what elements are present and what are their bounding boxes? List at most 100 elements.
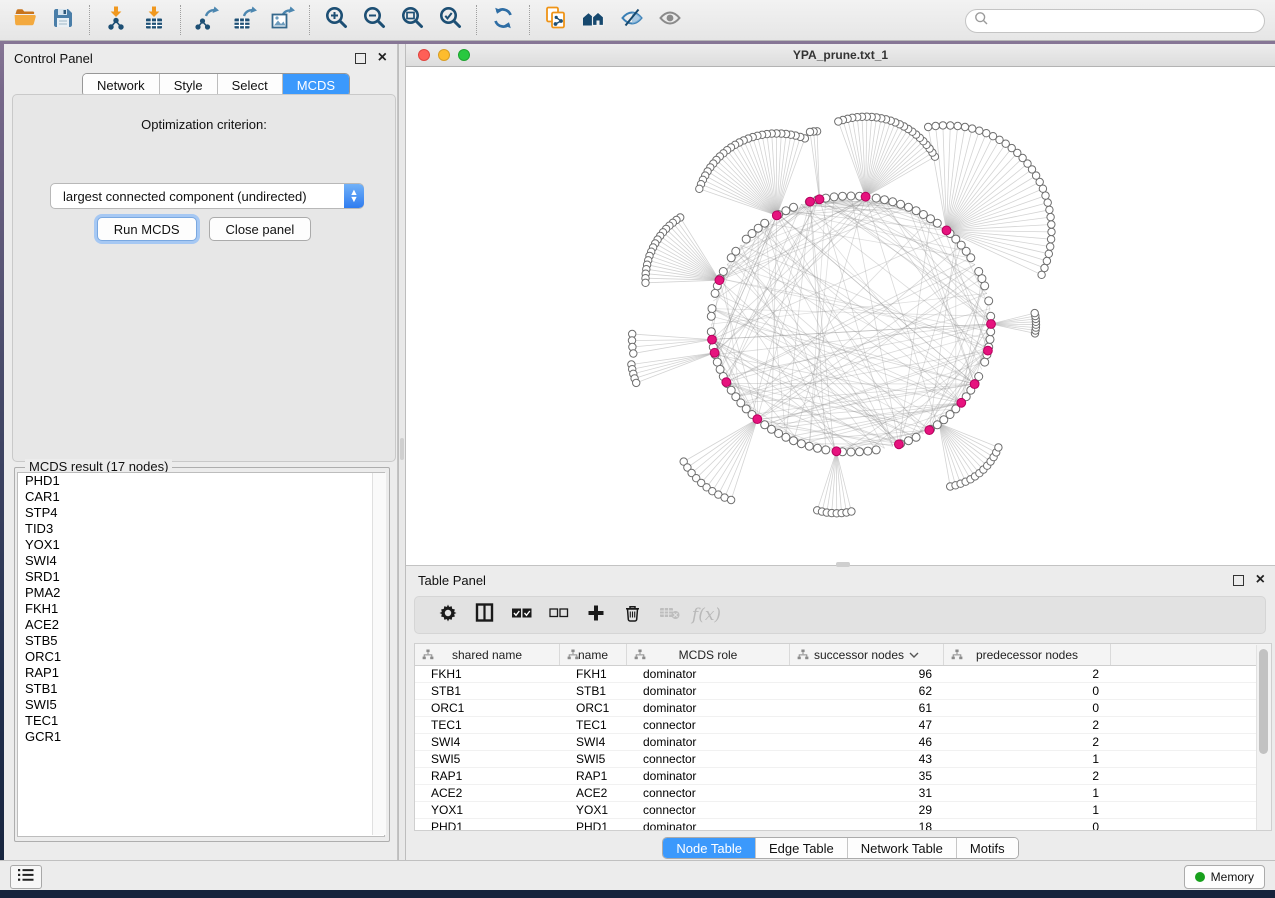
table-cell[interactable]: 2 [944,734,1111,750]
network-mcds-node[interactable] [925,426,934,435]
show-columns-button[interactable] [466,600,503,630]
table-cell[interactable]: 61 [790,700,944,716]
table-cell[interactable]: 1 [944,751,1111,767]
table-row[interactable]: ORC1ORC1dominator610 [415,700,1271,717]
close-panel-icon[interactable]: × [378,53,387,63]
column-header-predecessor-nodes[interactable]: predecessor nodes [944,644,1111,665]
network-node[interactable] [830,193,838,201]
network-node[interactable] [872,446,880,454]
table-cell[interactable]: dominator [627,666,790,682]
save-session-button[interactable] [44,3,82,37]
table-cell[interactable]: TEC1 [415,717,560,733]
close-panel-button[interactable]: Close panel [209,217,312,241]
network-node[interactable] [806,128,813,135]
network-node[interactable] [1041,264,1048,271]
table-row[interactable]: PHD1PHD1dominator180 [415,819,1271,831]
network-mcds-node[interactable] [984,346,993,355]
network-node[interactable] [805,442,813,450]
network-node[interactable] [839,192,847,200]
table-cell[interactable]: 62 [790,683,944,699]
close-table-panel-icon[interactable]: × [1256,575,1265,585]
table-row[interactable]: TEC1TEC1connector472 [415,717,1271,734]
network-mcds-node[interactable] [987,320,996,329]
network-node[interactable] [822,446,830,454]
table-cell[interactable]: YOX1 [560,802,627,818]
network-mcds-node[interactable] [942,226,951,235]
table-cell[interactable]: 29 [790,802,944,818]
network-node[interactable] [856,448,864,456]
network-node[interactable] [995,444,1002,451]
table-cell[interactable]: 2 [944,768,1111,784]
network-node[interactable] [742,235,750,243]
network-node[interactable] [782,207,790,215]
delete-table-button[interactable] [651,600,688,630]
network-node[interactable] [814,444,822,452]
network-node[interactable] [630,350,637,357]
mcds-result-list[interactable]: PHD1CAR1STP4TID3YOX1SWI4SRD1PMA2FKH1ACE2… [17,472,385,837]
network-node[interactable] [912,433,920,441]
network-node[interactable] [768,425,776,433]
network-node[interactable] [986,335,994,343]
network-node[interactable] [1042,192,1049,199]
network-node[interactable] [835,118,842,125]
network-mcds-node[interactable] [715,276,724,285]
splitter-grip[interactable] [400,438,404,460]
table-cell[interactable]: connector [627,717,790,733]
show-all-button[interactable] [651,3,689,37]
network-canvas[interactable] [406,67,1275,565]
table-cell[interactable]: RAP1 [560,768,627,784]
table-cell[interactable]: 2 [944,666,1111,682]
network-mcds-node[interactable] [832,447,841,456]
network-mcds-node[interactable] [861,192,870,201]
hide-selected-button[interactable] [613,3,651,37]
network-node[interactable] [775,430,783,438]
network-node[interactable] [847,448,855,456]
table-cell[interactable]: STB1 [415,683,560,699]
table-row[interactable]: ACE2ACE2connector311 [415,785,1271,802]
column-header-successor-nodes[interactable]: successor nodes [790,644,944,665]
network-node[interactable] [797,440,805,448]
mcds-result-item[interactable]: CAR1 [18,489,384,505]
network-node[interactable] [905,203,913,211]
network-node[interactable] [983,130,990,137]
nested-networks-button[interactable] [575,3,613,37]
import-network-button[interactable] [97,3,135,37]
mcds-result-item[interactable]: GCR1 [18,729,384,745]
network-node[interactable] [987,328,995,336]
table-cell[interactable]: FKH1 [415,666,560,682]
table-cell[interactable]: SWI4 [415,734,560,750]
network-node[interactable] [1031,309,1038,316]
zoom-fit-button[interactable] [393,3,431,37]
memory-button[interactable]: Memory [1184,865,1265,889]
table-cell[interactable]: connector [627,802,790,818]
network-node[interactable] [1047,236,1054,243]
table-cell[interactable]: dominator [627,700,790,716]
network-node[interactable] [975,268,983,276]
table-row[interactable]: RAP1RAP1dominator352 [415,768,1271,785]
table-cell[interactable]: connector [627,785,790,801]
table-cell[interactable]: RAP1 [415,768,560,784]
network-node[interactable] [912,207,920,215]
network-node[interactable] [1047,213,1054,220]
network-node[interactable] [727,254,735,262]
table-cell[interactable]: 31 [790,785,944,801]
table-cell[interactable]: 2 [944,717,1111,733]
zoom-in-button[interactable] [317,3,355,37]
task-history-button[interactable] [10,865,42,889]
mcds-result-item[interactable]: PMA2 [18,585,384,601]
vertical-splitter[interactable] [398,44,406,860]
column-header-shared-name[interactable]: shared name [415,644,560,665]
network-node[interactable] [1048,228,1055,235]
network-node[interactable] [707,328,715,336]
network-node[interactable] [981,358,989,366]
network-mcds-node[interactable] [806,197,815,206]
table-cell[interactable]: 43 [790,751,944,767]
network-node[interactable] [889,198,897,206]
mcds-result-item[interactable]: STB5 [18,633,384,649]
table-cell[interactable]: 46 [790,734,944,750]
criterion-dropdown[interactable]: largest connected component (undirected)… [50,183,364,209]
network-node[interactable] [1047,243,1054,250]
network-mcds-node[interactable] [895,440,904,449]
select-all-rows-button[interactable] [503,600,540,630]
import-table-button[interactable] [135,3,173,37]
